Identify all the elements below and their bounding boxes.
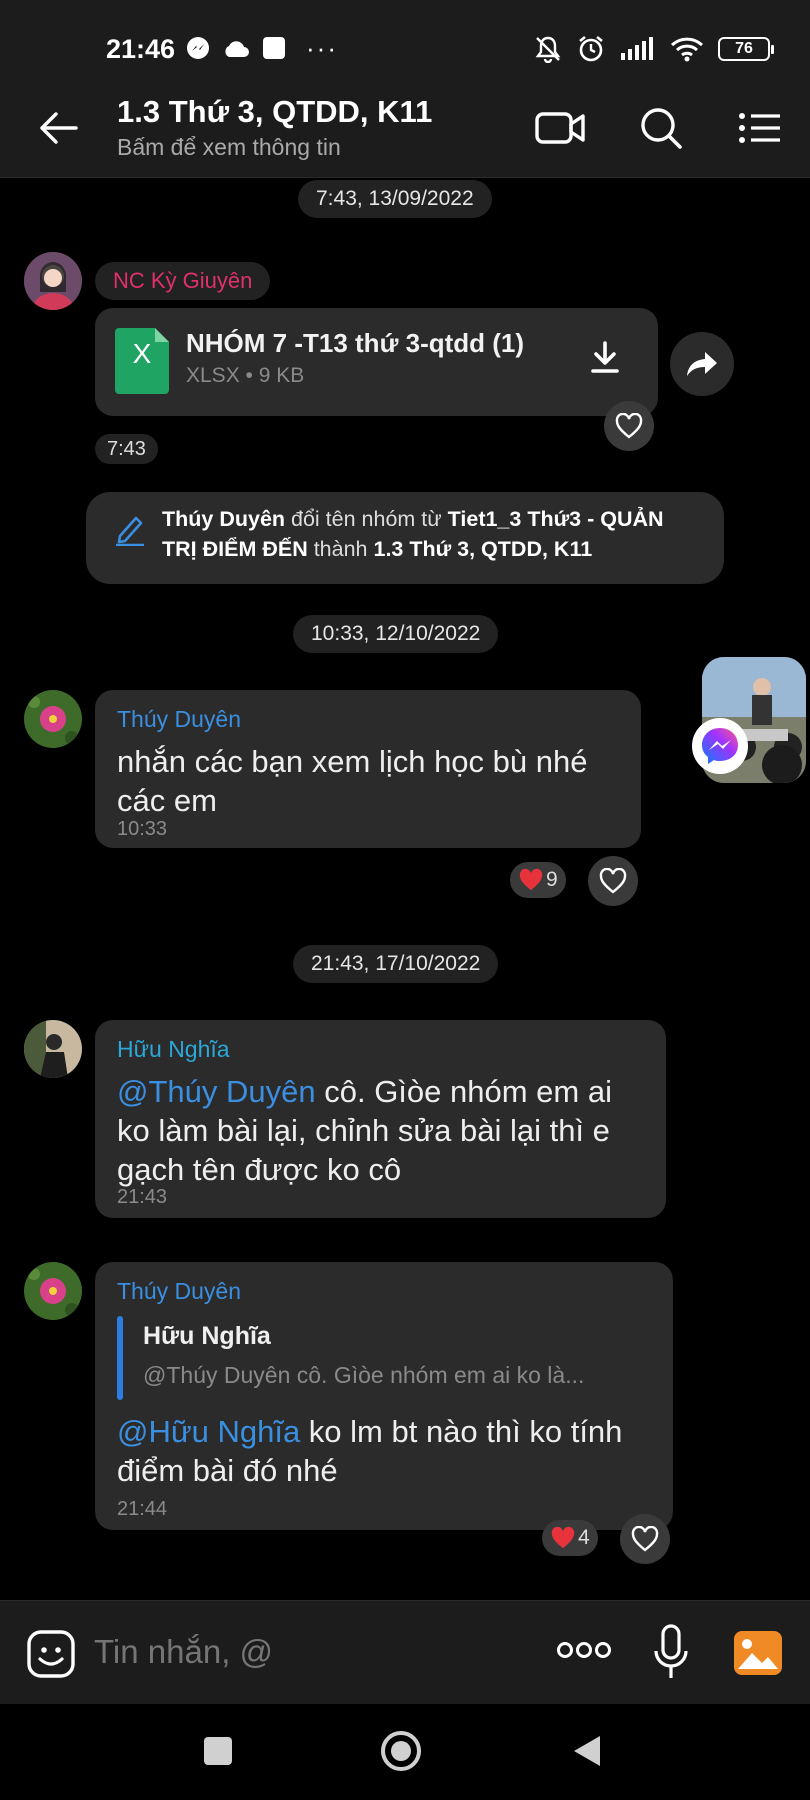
search-icon[interactable]	[636, 104, 688, 152]
message-list[interactable]: 7:43, 13/09/2022 NC Kỳ Giuyên X NHÓM 7 -…	[0, 178, 810, 1600]
avatar[interactable]	[24, 690, 82, 748]
microphone-icon[interactable]	[652, 1623, 690, 1683]
mute-icon	[535, 36, 561, 63]
pencil-icon	[116, 516, 144, 546]
user-photo-icon	[24, 252, 82, 310]
wifi-icon	[670, 37, 704, 62]
reaction-summary[interactable]: 9	[510, 862, 566, 898]
menu-list-icon[interactable]	[734, 104, 786, 152]
cloud-icon	[225, 41, 249, 57]
avatar[interactable]	[24, 252, 82, 310]
message-bubble[interactable]: Thúy Duyên Hữu Nghĩa @Thúy Duyên cô. Gìò…	[95, 1262, 673, 1530]
react-heart-button[interactable]	[620, 1514, 670, 1564]
composer-bar	[0, 1600, 810, 1704]
rename-text: Thúy Duyên đổi tên nhóm từ Tiet1_3 Thứ3 …	[162, 504, 702, 564]
avatar[interactable]	[24, 1262, 82, 1320]
status-bar: 21:46 ··· 76	[0, 0, 810, 78]
messenger-logo-icon	[702, 728, 738, 764]
signal-icon	[621, 37, 653, 60]
alarm-icon	[579, 35, 603, 62]
more-options-icon[interactable]	[556, 1641, 612, 1659]
quote-bar	[117, 1316, 123, 1400]
date-separator: 7:43, 13/09/2022	[298, 180, 492, 218]
flower-photo-icon	[24, 690, 82, 748]
rename-action: đổi tên nhóm từ	[285, 507, 448, 531]
heart-outline-icon	[631, 1526, 659, 1552]
sticker-icon[interactable]	[26, 1629, 76, 1679]
rename-actor: Thúy Duyên	[162, 507, 286, 531]
status-time: 21:46	[106, 34, 176, 64]
message-time: 21:43	[117, 1186, 168, 1208]
avatar[interactable]	[24, 1020, 82, 1078]
group-subtitle[interactable]: Bấm để xem thông tin	[117, 134, 341, 161]
messenger-icon[interactable]	[692, 718, 748, 774]
file-attachment-bubble[interactable]: X NHÓM 7 -T13 thứ 3-qtdd (1) XLSX • 9 KB	[95, 308, 658, 416]
message-time: 10:33	[117, 818, 168, 840]
system-navigation-bar	[0, 1704, 810, 1800]
home-icon[interactable]	[380, 1730, 422, 1772]
share-arrow-icon	[687, 352, 717, 376]
message-time: 7:43	[95, 434, 158, 464]
quote-author: Hữu Nghĩa	[143, 1322, 271, 1350]
forward-button[interactable]	[670, 332, 734, 396]
message-bubble[interactable]: Hữu Nghĩa @Thúy Duyên cô. Gìòe nhóm em a…	[95, 1020, 666, 1218]
file-name: NHÓM 7 -T13 thứ 3-qtdd (1)	[186, 328, 525, 358]
mention[interactable]: @Thúy Duyên	[117, 1074, 316, 1109]
back-arrow-icon[interactable]	[36, 106, 80, 150]
mention[interactable]: @Hữu Nghĩa	[117, 1414, 300, 1449]
message-time: 21:44	[117, 1498, 168, 1520]
message-bubble[interactable]: Thúy Duyên nhắn các bạn xem lịch học bù …	[95, 690, 641, 848]
heart-filled-icon	[519, 868, 543, 891]
sender-name: Thúy Duyên	[117, 706, 242, 732]
group-rename-notice: Thúy Duyên đổi tên nhóm từ Tiet1_3 Thứ3 …	[86, 492, 724, 584]
react-heart-button[interactable]	[588, 856, 638, 906]
battery-indicator: 76	[718, 37, 774, 61]
download-icon[interactable]	[589, 340, 621, 374]
group-title[interactable]: 1.3 Thứ 3, QTDD, K11	[117, 94, 432, 130]
back-nav-icon[interactable]	[572, 1734, 602, 1768]
sender-name: Thúy Duyên	[117, 1278, 242, 1304]
message-input[interactable]	[94, 1633, 494, 1671]
message-text: nhắn các bạn xem lịch học bù nhé các em	[117, 744, 588, 818]
messenger-notification-icon	[187, 37, 209, 59]
recent-apps-icon[interactable]	[203, 1736, 233, 1766]
flower-photo-icon	[24, 1262, 82, 1320]
file-type-letter: X	[132, 338, 152, 369]
rename-new-name: 1.3 Thứ 3, QTDD, K11	[373, 537, 593, 561]
heart-outline-icon	[599, 868, 627, 894]
reaction-count: 9	[546, 868, 558, 891]
date-separator: 21:43, 17/10/2022	[293, 945, 499, 983]
reaction-summary[interactable]: 4	[542, 1520, 598, 1556]
quote-text[interactable]: @Thúy Duyên cô. Gìòe nhóm em ai ko là...	[143, 1362, 653, 1389]
heart-filled-icon	[551, 1526, 575, 1549]
gallery-icon[interactable]	[732, 1629, 784, 1677]
sender-name: NC Kỳ Giuyên	[95, 262, 271, 300]
file-meta: XLSX • 9 KB	[186, 364, 305, 387]
message-text: @Thúy Duyên cô. Gìòe nhóm em ai ko làm b…	[117, 1072, 652, 1189]
sender-name: Hữu Nghĩa	[117, 1036, 230, 1062]
heart-outline-icon	[615, 413, 643, 439]
user-photo-icon	[24, 1020, 82, 1078]
video-call-icon[interactable]	[534, 104, 586, 152]
chat-header: 1.3 Thứ 3, QTDD, K11 Bấm để xem thông ti…	[0, 78, 810, 178]
message-text: @Hữu Nghĩa ko lm bt nào thì ko tính điểm…	[117, 1412, 657, 1490]
react-heart-button[interactable]	[604, 401, 654, 451]
reaction-count: 4	[578, 1526, 590, 1549]
rename-connector: thành	[307, 537, 374, 561]
app-notification-icon	[263, 37, 285, 59]
more-notifications-icon: ···	[306, 33, 338, 63]
date-separator: 10:33, 12/10/2022	[293, 615, 499, 653]
